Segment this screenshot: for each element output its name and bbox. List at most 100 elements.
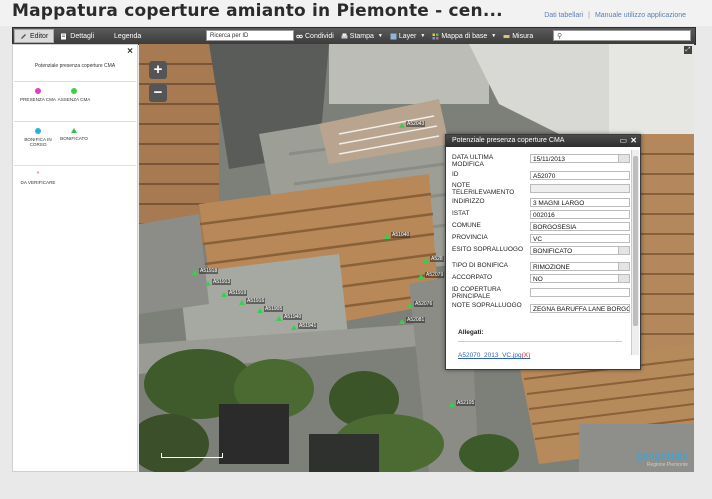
istat-field[interactable]: 002016 xyxy=(530,210,630,219)
field-label: INDIRIZZO xyxy=(452,198,485,205)
legend-label: BONIFICATO xyxy=(60,136,88,141)
asterisk-icon: * xyxy=(36,171,40,178)
geoportale-logo: geoportale Regione Piemonte xyxy=(636,451,688,468)
accorpato-select[interactable]: NO xyxy=(530,274,630,283)
legend-row: * DA VERIFICARE xyxy=(14,165,136,214)
basemap-menu[interactable]: Mappa di base ▼ xyxy=(432,33,496,40)
share-label: Condividi xyxy=(305,32,334,40)
legend-panel: × Potenziale presenza coperture CMA PRES… xyxy=(12,44,138,472)
print-label: Stampa xyxy=(349,32,374,40)
maximize-icon[interactable]: ▭ xyxy=(619,135,627,147)
field-label: ID xyxy=(452,171,459,178)
triangle-icon xyxy=(71,128,77,133)
note-telerilevamento-field xyxy=(530,184,630,193)
dot-icon xyxy=(35,88,41,94)
provincia-field[interactable]: VC xyxy=(530,234,630,243)
popup-scrollbar[interactable] xyxy=(631,150,639,355)
select-button[interactable] xyxy=(618,275,629,282)
legend-item: BONIFICA IN CORSO xyxy=(20,128,56,147)
tab-dettagli[interactable]: Dettagli xyxy=(55,29,99,43)
grid-icon xyxy=(432,33,439,40)
tab-editor[interactable]: Editor xyxy=(14,29,55,43)
share-icon xyxy=(296,33,303,40)
chevron-down-icon: ▼ xyxy=(377,33,383,39)
attachment-link[interactable]: A52070_2013_VC.jpg xyxy=(458,352,522,359)
feature-popup: Potenziale presenza coperture CMA ▭ ✕ DA… xyxy=(445,134,641,370)
legend-label: BONIFICA IN CORSO xyxy=(24,137,52,147)
select-button[interactable] xyxy=(618,247,629,254)
basemap-label: Mappa di base xyxy=(441,32,488,40)
field-label: ISTAT xyxy=(452,210,470,217)
legend-label: DA VERIFICARE xyxy=(20,180,56,185)
field-label: COMUNE xyxy=(452,222,481,229)
field-label: NOTE SOPRALLUOGO xyxy=(452,302,522,309)
scrollbar-thumb[interactable] xyxy=(633,156,638,326)
close-icon[interactable]: ✕ xyxy=(630,135,637,147)
id-copertura-field[interactable] xyxy=(530,288,630,297)
ruler-icon xyxy=(503,33,510,40)
esito-sopralluogo-select[interactable]: BONIFICATO xyxy=(530,246,630,255)
date-field[interactable]: 15/11/2013 xyxy=(530,154,630,163)
tipo-bonifica-select[interactable]: RIMOZIONE xyxy=(530,262,630,271)
tab-editor-label: Editor xyxy=(30,32,49,40)
app-title: Mappatura coperture amianto in Piemonte … xyxy=(12,1,503,21)
legend-item: * DA VERIFICARE xyxy=(20,171,56,185)
print-icon xyxy=(341,33,348,40)
field-label: ESITO SOPRALLUOGO xyxy=(452,246,524,253)
field-label: PROVINCIA xyxy=(452,234,488,241)
legend-item: PRESENZA CMA xyxy=(20,88,56,102)
close-icon[interactable]: × xyxy=(127,46,133,57)
scale-bar xyxy=(161,453,223,458)
select-button[interactable] xyxy=(618,155,629,162)
measure-menu[interactable]: Misura xyxy=(503,33,533,40)
tab-legenda[interactable]: Legenda xyxy=(109,29,146,43)
details-icon xyxy=(60,33,67,40)
tab-dettagli-label: Dettagli xyxy=(70,32,95,40)
layer-menu[interactable]: Layer ▼ xyxy=(390,33,425,40)
share-menu[interactable]: Condividi xyxy=(296,33,334,40)
search-icon: ⚲ xyxy=(557,33,563,40)
header-links: Dati tabellari | Manuale utilizzo applicaz… xyxy=(544,12,686,19)
legend-row: PRESENZA CMA ASSENZA CMA xyxy=(14,81,136,122)
legend-item: ASSENZA CMA xyxy=(56,88,92,102)
layers-icon xyxy=(390,33,397,40)
id-field[interactable]: A52070 xyxy=(530,171,630,180)
zoom-in-button[interactable]: + xyxy=(149,61,167,79)
zoom-out-button[interactable]: − xyxy=(149,84,167,102)
indirizzo-field[interactable]: 3 MAGNI LARGO xyxy=(530,198,630,207)
legend-label: ASSENZA CMA xyxy=(57,97,91,102)
search-by-id-input[interactable]: Ricerca per ID xyxy=(206,30,294,41)
chevron-down-icon: ▼ xyxy=(420,33,426,39)
legend-row: BONIFICA IN CORSO BONIFICATO xyxy=(14,121,136,166)
print-menu[interactable]: Stampa ▼ xyxy=(341,33,383,40)
main-toolbar: Editor Dettagli Legenda Ricerca per ID C… xyxy=(12,27,696,45)
legend-title: Potenziale presenza coperture CMA xyxy=(34,63,116,69)
remove-attachment-button[interactable]: (X) xyxy=(522,352,531,359)
search-input[interactable]: ⚲ xyxy=(553,30,691,41)
popup-title: Potenziale presenza coperture CMA xyxy=(452,137,565,144)
legend-label: PRESENZA CMA xyxy=(20,97,56,102)
attachments-label: Allegati: xyxy=(458,329,484,336)
layer-label: Layer xyxy=(398,32,417,40)
tab-legenda-label: Legenda xyxy=(114,32,142,40)
link-dati-tabellari[interactable]: Dati tabellari xyxy=(544,12,583,19)
header-bar: Mappatura coperture amianto in Piemonte … xyxy=(0,0,712,26)
legend-box: Potenziale presenza coperture CMA PRESEN… xyxy=(14,59,136,219)
note-sopralluogo-field[interactable]: ZEGNA BARUFFA LANE BORGO xyxy=(530,304,630,313)
attachment-item: A52070_2013_VC.jpg(X) xyxy=(458,352,530,359)
link-manuale[interactable]: Manuale utilizzo applicazione xyxy=(595,12,686,19)
measure-label: Misura xyxy=(512,32,534,40)
select-button[interactable] xyxy=(618,263,629,270)
chevron-down-icon: ▼ xyxy=(491,33,497,39)
field-label: ACCORPATO xyxy=(452,274,493,281)
field-label: TIPO DI BONIFICA xyxy=(452,262,508,269)
fullscreen-icon[interactable]: ⤢ xyxy=(684,46,692,54)
pencil-icon xyxy=(20,33,27,40)
popup-body: DATA ULTIMA MODIFICA 15/11/2013 ID A5207… xyxy=(446,147,632,369)
popup-header: Potenziale presenza coperture CMA ▭ ✕ xyxy=(446,135,640,147)
dot-icon xyxy=(35,128,41,134)
comune-field[interactable]: BORGOSESIA xyxy=(530,222,630,231)
field-label: DATA ULTIMA MODIFICA xyxy=(452,154,493,168)
divider xyxy=(458,341,622,342)
field-label: NOTE TELERILEVAMENTO xyxy=(452,182,515,196)
